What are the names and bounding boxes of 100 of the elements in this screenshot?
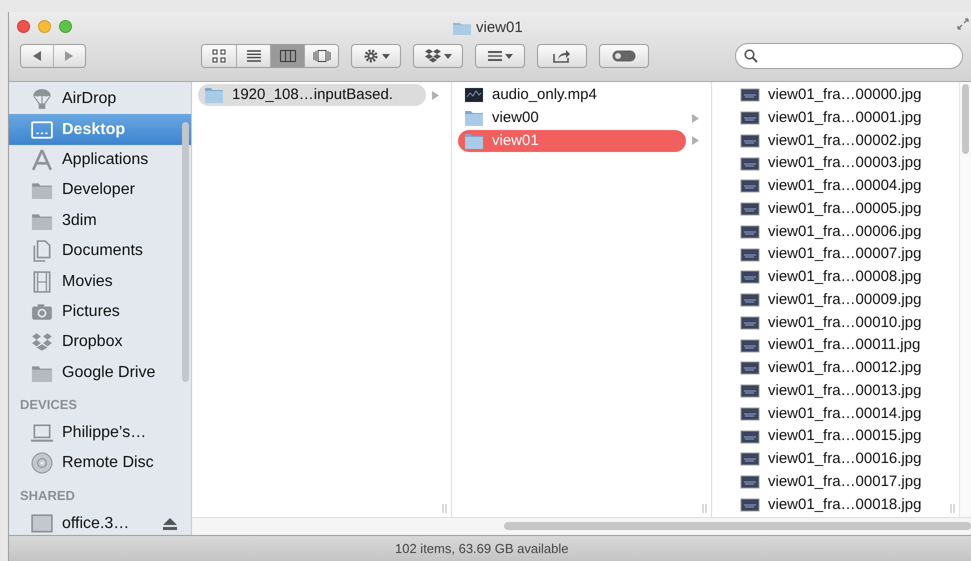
file-item[interactable]: view01_fra…00016.jpg [718,448,947,470]
file-item[interactable]: view01_fra…00005.jpg [718,198,947,220]
search-icon [744,49,758,63]
dropbox-icon [31,331,53,354]
video-thumbnail-icon [464,87,484,104]
arrange-button[interactable] [475,44,525,68]
file-item[interactable]: view01_fra…00014.jpg [718,402,947,425]
forward-arrow-icon [64,51,74,61]
image-thumbnail-icon [740,269,760,286]
tags-button[interactable] [599,44,649,68]
file-item[interactable]: view00 [458,107,686,130]
column-resize-handle[interactable] [950,504,956,513]
zoom-button[interactable] [59,20,72,32]
film-strip-icon [31,270,53,293]
caret-icon [444,54,452,58]
parachute-icon [31,88,53,110]
eject-icon[interactable] [163,518,177,530]
image-thumbnail-icon [740,314,760,331]
file-item[interactable]: view01_fra…00010.jpg [718,312,947,334]
disclosure-arrow-icon [692,114,699,123]
fullscreen-icon[interactable] [957,18,969,30]
display-icon [31,512,53,535]
sidebar-item[interactable]: Remote Disc [9,448,191,479]
cover-flow-button[interactable] [304,45,338,67]
sidebar-item[interactable]: Developer [9,175,191,206]
vertical-scrollbar-thumb [962,84,969,154]
file-item[interactable]: 1920_108…inputBased. [198,84,426,106]
image-thumbnail-icon [740,201,760,218]
window-title: view01 [476,18,523,38]
sidebar-item[interactable]: office.3… [9,508,191,540]
file-item[interactable]: view01_fra…00000.jpg [718,84,947,106]
column-view-button[interactable] [270,45,304,67]
dropbox-icon [424,49,440,63]
image-thumbnail-icon [740,110,760,126]
caret-icon [504,54,512,58]
sidebar-item[interactable]: Philippe’s… [9,418,191,448]
image-thumbnail-icon [740,474,760,490]
sidebar-item[interactable]: Pictures [9,296,191,328]
dropbox-button[interactable] [413,44,463,68]
column-resize-handle[interactable] [442,504,448,513]
image-thumbnail-icon [740,496,760,513]
file-item[interactable]: view01_fra…00015.jpg [718,426,947,448]
file-item[interactable]: view01_fra…00008.jpg [718,266,947,288]
laptop-icon [31,422,53,444]
disc-icon [31,452,53,474]
image-thumbnail-icon [740,178,760,194]
icon-view-button[interactable] [202,45,236,67]
close-button[interactable] [17,20,30,32]
image-thumbnail-icon [740,360,760,376]
applications-icon [31,148,53,171]
image-thumbnail-icon [740,87,760,104]
icon-view-icon [212,49,226,63]
file-item[interactable]: view01_fra…00007.jpg [718,244,947,266]
sidebar-item[interactable]: Google Drive [9,358,191,388]
file-item[interactable]: view01_fra…00009.jpg [718,289,947,312]
file-item[interactable]: view01_fra…00001.jpg [718,107,947,130]
image-thumbnail-icon [740,383,760,400]
image-thumbnail-icon [740,156,760,172]
file-item[interactable]: view01_fra…00013.jpg [718,380,947,402]
search-field[interactable] [735,43,963,69]
file-item[interactable]: view01_fra…00002.jpg [718,130,947,152]
section-heading: DEVICES [20,396,78,414]
column-resize-handle[interactable] [702,504,708,513]
list-view-icon [246,50,260,62]
share-button[interactable] [537,44,587,68]
image-thumbnail-icon [740,451,760,468]
file-item[interactable]: view01_fra…00017.jpg [718,471,947,494]
gear-icon [362,48,378,64]
sidebar-item[interactable]: AirDrop [9,84,191,114]
action-button[interactable] [351,44,401,68]
sidebar-item[interactable]: Dropbox [9,327,191,358]
back-arrow-icon [32,51,42,61]
file-item[interactable]: view01_fra…00006.jpg [718,220,947,243]
image-thumbnail-icon [740,246,760,263]
file-item[interactable]: audio_only.mp4 [458,84,699,106]
cover-flow-icon [312,50,330,62]
folder-icon [453,21,471,36]
share-icon [553,49,571,63]
sidebar-item[interactable]: Movies [9,266,191,297]
image-thumbnail-icon [740,428,760,445]
file-item[interactable]: view01_fra…00011.jpg [718,334,947,357]
desktop-icon [31,118,53,141]
arrange-icon [488,51,502,61]
sidebar-item[interactable]: 3dim [9,206,191,236]
image-thumbnail-icon [740,406,760,422]
disclosure-arrow-icon [692,136,699,146]
column-view-icon [280,50,296,62]
folder-icon [204,87,224,104]
file-item[interactable]: view01_fra…00003.jpg [718,152,947,175]
list-view-button[interactable] [236,45,270,67]
section-heading: SHARED [20,487,75,506]
status-text: 102 items, 63.69 GB available [395,540,568,558]
documents-icon [31,240,53,262]
sidebar-item[interactable]: Documents [9,236,191,266]
image-thumbnail-icon [740,132,760,149]
sidebar-item[interactable]: Applications [9,144,191,176]
folder-icon [464,110,484,126]
file-item[interactable]: view01_fra…00004.jpg [718,175,947,198]
file-item[interactable]: view01_fra…00018.jpg [718,494,947,516]
file-item[interactable]: view01_fra…00012.jpg [718,357,947,380]
